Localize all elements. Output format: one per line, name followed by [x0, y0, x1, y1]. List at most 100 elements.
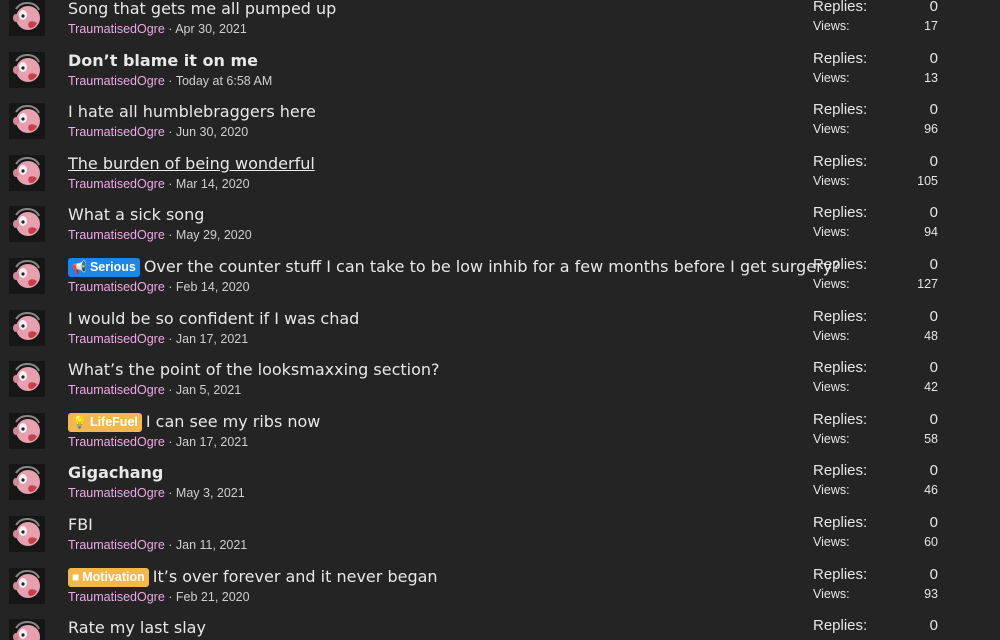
thread-title[interactable]: Over the counter stuff I can take to be …	[144, 257, 841, 276]
thread-row[interactable]: Gigachang TraumatisedOgre · May 3, 2021 Re…	[0, 462, 1000, 516]
avatar[interactable]	[9, 51, 45, 88]
avatar[interactable]	[9, 258, 45, 294]
thread-author[interactable]: TraumatisedOgre	[68, 177, 165, 191]
thread-row[interactable]: Song that gets me all pumped up Traumatis…	[0, 0, 1000, 52]
thread-title[interactable]: What a sick song	[68, 205, 204, 224]
thread-author[interactable]: TraumatisedOgre	[68, 280, 165, 294]
avatar[interactable]	[9, 0, 45, 36]
thread-author[interactable]: TraumatisedOgre	[68, 590, 165, 604]
thread-author[interactable]: TraumatisedOgre	[68, 228, 165, 242]
thread-date[interactable]: Jun 30, 2020	[176, 125, 248, 139]
views-label: Views:	[813, 483, 850, 498]
thread-author[interactable]: TraumatisedOgre	[68, 74, 165, 88]
thread-title[interactable]: FBI	[68, 515, 93, 534]
avatar[interactable]	[9, 361, 45, 398]
thread-title-line: ■ Motivation It’s over forever and it neve…	[68, 567, 438, 587]
thread-date[interactable]: May 3, 2021	[176, 486, 245, 500]
thread-author[interactable]: TraumatisedOgre	[68, 125, 165, 139]
thread-author[interactable]: TraumatisedOgre	[68, 435, 165, 449]
thread-meta: TraumatisedOgre · Jan 11, 2021	[68, 537, 247, 553]
meta-separator: ·	[164, 538, 176, 552]
views-count: 58	[924, 431, 938, 446]
thread-date[interactable]: Jan 17, 2021	[176, 435, 248, 449]
avatar[interactable]	[9, 567, 45, 604]
thread-title[interactable]: It’s over forever and it never began	[153, 567, 438, 586]
thread-row[interactable]: I hate all humblebraggers here Traumatise…	[0, 101, 1000, 155]
views-label: Views:	[813, 277, 850, 291]
thread-author[interactable]: TraumatisedOgre	[68, 332, 165, 346]
avatar[interactable]	[9, 619, 45, 640]
views-count: 127	[917, 277, 938, 291]
replies-count: 0	[929, 204, 938, 222]
thread-date[interactable]: Mar 14, 2020	[176, 177, 250, 191]
thread-date[interactable]: May 29, 2020	[176, 228, 252, 242]
thread-author[interactable]: TraumatisedOgre	[68, 486, 165, 500]
thread-title[interactable]: What’s the point of the looksmaxxing sec…	[68, 360, 440, 379]
thread-meta: TraumatisedOgre · Jan 17, 2021	[68, 434, 248, 450]
views-label: Views:	[813, 535, 850, 549]
thread-date[interactable]: Apr 30, 2021	[175, 22, 247, 36]
thread-title-line: Song that gets me all pumped up	[68, 0, 336, 19]
thread-row[interactable]: What’s the point of the looksmaxxing sec…	[0, 359, 1000, 413]
thread-title[interactable]: Gigachang	[68, 463, 163, 482]
thread-prefix-badge[interactable]: ■ Motivation	[68, 567, 149, 587]
avatar[interactable]	[9, 154, 45, 191]
meta-separator: ·	[164, 125, 176, 140]
thread-date[interactable]: Jan 11, 2021	[176, 538, 247, 552]
prefix-label: Serious	[89, 260, 136, 274]
thread-date[interactable]: Today at 6:58 AM	[176, 74, 273, 88]
replies-label: Replies:	[813, 410, 868, 428]
meta-separator: ·	[164, 383, 176, 398]
avatar[interactable]	[9, 103, 45, 140]
thread-author[interactable]: TraumatisedOgre	[68, 383, 165, 397]
thread-row[interactable]: 📢 Serious Over the counter stuff I can tak…	[0, 256, 1000, 310]
views-count: 17	[924, 19, 938, 33]
views-label: Views:	[813, 380, 850, 395]
thread-date[interactable]: Jan 5, 2021	[176, 383, 241, 397]
thread-row[interactable]: The burden of being wonderful Traumatised…	[0, 152, 1000, 207]
thread-author[interactable]: TraumatisedOgre	[68, 22, 165, 36]
replies-label: Replies:	[813, 256, 868, 273]
thread-title[interactable]: I hate all humblebraggers here	[68, 102, 316, 121]
thread-date[interactable]: Feb 14, 2020	[176, 280, 250, 294]
thread-row[interactable]: Rate my last slayTraumatisedOgre · Repli…	[0, 617, 1000, 640]
thread-row[interactable]: I would be so confident if I was chad Tra…	[0, 308, 1000, 362]
thread-prefix-badge[interactable]: 📢 Serious	[68, 258, 140, 277]
thread-meta: TraumatisedOgre · Feb 14, 2020	[68, 279, 250, 295]
views-label: Views:	[813, 19, 850, 33]
thread-title[interactable]: I would be so confident if I was chad	[68, 309, 359, 328]
thread-title[interactable]: Rate my last slay	[68, 618, 206, 637]
thread-author[interactable]: TraumatisedOgre	[68, 538, 165, 552]
replies-label: Replies:	[813, 359, 868, 377]
thread-title[interactable]: The burden of being wonderful	[68, 154, 315, 173]
thread-meta: TraumatisedOgre · Today at 6:58 AM	[68, 73, 272, 89]
avatar[interactable]	[9, 516, 45, 552]
replies-count: 0	[929, 256, 938, 273]
thread-row[interactable]: What a sick song TraumatisedOgre · May 29…	[0, 204, 1000, 258]
thread-title[interactable]: I can see my ribs now	[146, 412, 321, 431]
views-count: 46	[924, 483, 938, 498]
thread-prefix-badge[interactable]: 💡 LifeFuel	[68, 412, 142, 432]
replies-count: 0	[929, 410, 938, 428]
thread-row[interactable]: FBI TraumatisedOgre · Jan 11, 2021 Replies…	[0, 514, 1000, 568]
thread-row[interactable]: Don’t blame it on me TraumatisedOgre · To…	[0, 50, 1000, 104]
thread-date[interactable]: Feb 21, 2020	[176, 590, 250, 604]
thread-title[interactable]: Don’t blame it on me	[68, 51, 258, 70]
meta-separator: ·	[164, 486, 176, 501]
avatar[interactable]	[9, 206, 45, 243]
replies-label: Replies:	[813, 152, 868, 170]
thread-date[interactable]: Jan 17, 2021	[176, 332, 248, 346]
views-count: 42	[924, 380, 938, 395]
replies-label: Replies:	[813, 0, 868, 15]
thread-row[interactable]: 💡 LifeFuel I can see my ribs now Traumatise…	[0, 410, 1000, 465]
thread-title[interactable]: Song that gets me all pumped up	[68, 0, 336, 18]
views-label: Views:	[813, 225, 850, 240]
thread-row[interactable]: ■ Motivation It’s over forever and it neve…	[0, 566, 1000, 620]
meta-separator: ·	[164, 73, 176, 88]
thread-meta: TraumatisedOgre · Jan 5, 2021	[68, 382, 241, 398]
avatar[interactable]	[9, 309, 45, 346]
avatar[interactable]	[9, 412, 45, 449]
views-count: 94	[924, 225, 938, 240]
avatar[interactable]	[9, 464, 45, 501]
thread-meta: TraumatisedOgre · May 3, 2021	[68, 485, 245, 501]
